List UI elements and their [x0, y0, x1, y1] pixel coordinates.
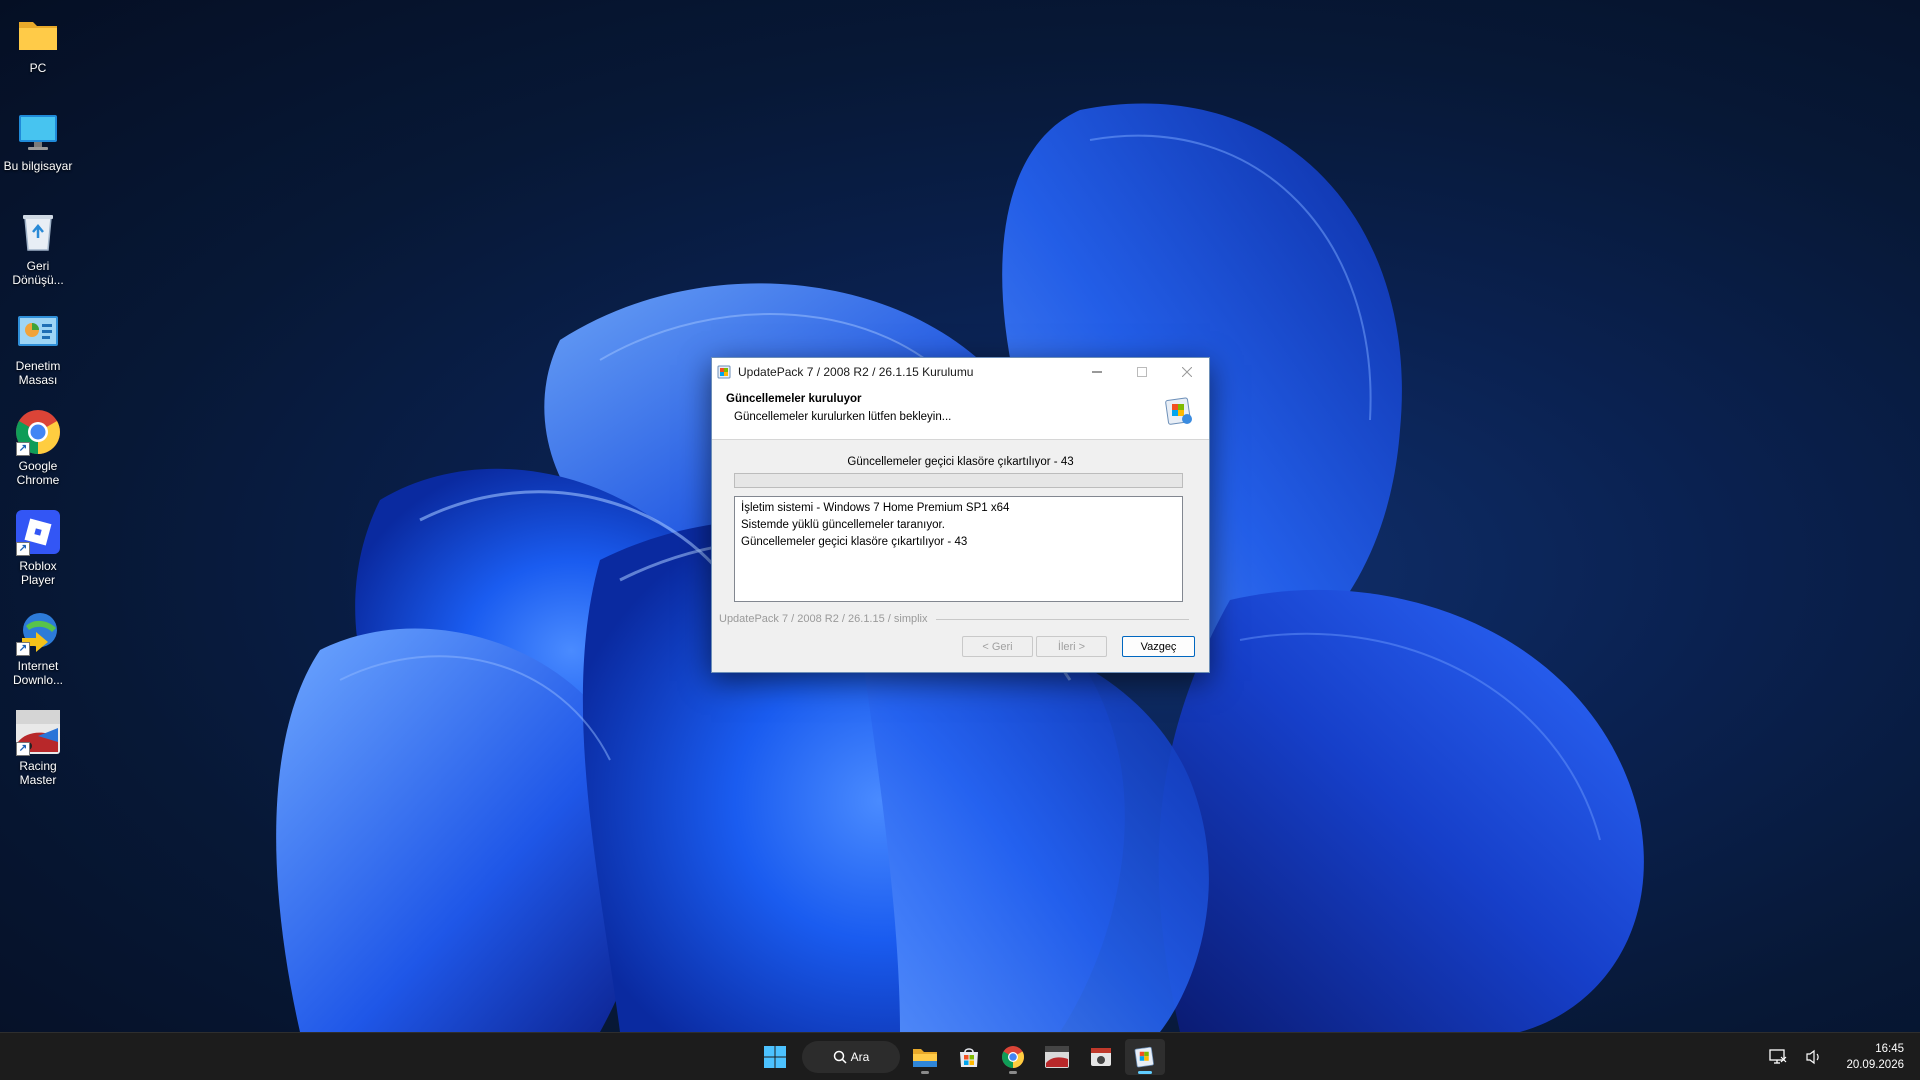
shortcut-arrow-icon: ↗: [16, 742, 30, 756]
roblox-icon: ↗: [14, 508, 62, 556]
wizard-header: Güncellemeler kuruluyor Güncellemeler ku…: [712, 385, 1209, 440]
idm-icon: ↗: [14, 608, 62, 656]
taskbar-file-explorer[interactable]: [905, 1039, 945, 1075]
log-line: İşletim sistemi - Windows 7 Home Premium…: [741, 502, 1010, 514]
taskbar-racing-master[interactable]: [1037, 1039, 1077, 1075]
start-icon: [764, 1046, 786, 1068]
desktop-icon-racing-master[interactable]: ↗ Racing Master: [0, 708, 76, 787]
file-explorer-icon: [913, 1049, 937, 1067]
recycle-bin-icon: [14, 208, 62, 256]
dialog-titlebar[interactable]: UpdatePack 7 / 2008 R2 / 26.1.15 Kurulum…: [712, 358, 1209, 385]
clock-time: 16:45: [1875, 1043, 1904, 1055]
folder-icon: [14, 10, 62, 58]
chrome-icon: [1002, 1046, 1024, 1068]
updatepack-icon: [1165, 397, 1192, 425]
desktop-icon-label: Internet Downlo...: [12, 659, 64, 687]
system-tray: 16:45 20.09.2026: [1766, 1033, 1904, 1081]
back-button[interactable]: < Geri: [962, 636, 1033, 657]
volume-button[interactable]: [1802, 1045, 1826, 1069]
start-button[interactable]: [755, 1039, 795, 1075]
desktop: PC Bu bilgisayar Geri Dönüşü... Denetim …: [0, 0, 1920, 1032]
log-line: Sistemde yüklü güncellemeler taranıyor.: [741, 519, 945, 531]
desktop-icon-label: Google Chrome: [16, 459, 60, 487]
brand-label: UpdatePack 7 / 2008 R2 / 26.1.15 / simpl…: [719, 613, 928, 625]
taskbar-chrome[interactable]: [993, 1039, 1033, 1075]
taskbar-updatepack[interactable]: [1125, 1039, 1165, 1075]
running-indicator: [921, 1071, 929, 1074]
search-icon: [833, 1050, 847, 1064]
installer-dialog: UpdatePack 7 / 2008 R2 / 26.1.15 Kurulum…: [711, 357, 1210, 673]
racing-master-icon: [1045, 1046, 1069, 1068]
header-title: Güncellemeler kuruluyor: [726, 393, 862, 405]
minimize-icon: [1091, 371, 1102, 372]
shortcut-arrow-icon: ↗: [16, 442, 30, 456]
header-subtitle: Güncellemeler kurulurken lütfen bekleyin…: [734, 411, 952, 423]
app-icon: [1091, 1048, 1111, 1066]
taskbar-app[interactable]: [1081, 1039, 1121, 1075]
desktop-icon-this-pc[interactable]: Bu bilgisayar: [0, 108, 76, 173]
log-box[interactable]: İşletim sistemi - Windows 7 Home Premium…: [734, 496, 1183, 602]
network-button[interactable]: [1766, 1045, 1790, 1069]
minimize-button[interactable]: [1074, 358, 1119, 385]
next-button[interactable]: İleri >: [1036, 636, 1107, 657]
desktop-icon-roblox[interactable]: ↗ Roblox Player: [0, 508, 76, 587]
desktop-icon-label: PC: [29, 61, 47, 75]
volume-icon: [1806, 1049, 1820, 1065]
network-icon: [1769, 1049, 1787, 1064]
desktop-icon-label: Roblox Player: [19, 559, 57, 587]
cancel-button[interactable]: Vazgeç: [1122, 636, 1195, 657]
desktop-icon-control-panel[interactable]: Denetim Masası: [0, 308, 76, 387]
chrome-icon: ↗: [14, 408, 62, 456]
updatepack-icon: [1134, 1046, 1154, 1068]
maximize-icon: [1136, 366, 1147, 377]
taskbar-search[interactable]: Ara: [802, 1041, 900, 1073]
close-icon: [1181, 366, 1192, 377]
close-button[interactable]: [1164, 358, 1209, 385]
brand-row: UpdatePack 7 / 2008 R2 / 26.1.15 / simpl…: [719, 613, 1189, 625]
desktop-icon-chrome[interactable]: ↗ Google Chrome: [0, 408, 76, 487]
progress-bar: [734, 473, 1183, 488]
control-panel-icon: [14, 308, 62, 356]
wizard-body: Güncellemeler geçici klasöre çıkartılıyo…: [712, 440, 1209, 672]
monitor-icon: [14, 108, 62, 156]
microsoft-store-icon: [960, 1048, 978, 1067]
brand-divider: [935, 618, 1189, 620]
racing-master-icon: ↗: [14, 708, 62, 756]
desktop-icon-pc[interactable]: PC: [0, 10, 76, 75]
taskbar-store[interactable]: [949, 1039, 989, 1075]
running-indicator: [1009, 1071, 1017, 1074]
desktop-icon-label: Bu bilgisayar: [3, 159, 73, 173]
shortcut-arrow-icon: ↗: [16, 642, 30, 656]
clock-date: 20.09.2026: [1846, 1059, 1904, 1071]
shortcut-arrow-icon: ↗: [16, 542, 30, 556]
desktop-icon-label: Denetim Masası: [15, 359, 61, 387]
desktop-icon-recycle-bin[interactable]: Geri Dönüşü...: [0, 208, 76, 287]
log-line: Güncellemeler geçici klasöre çıkartılıyo…: [741, 536, 968, 548]
running-indicator: [1138, 1071, 1152, 1074]
desktop-icon-label: Geri Dönüşü...: [12, 259, 64, 287]
taskbar: Ara 16:45 20.09.2026: [0, 1032, 1920, 1080]
maximize-button[interactable]: [1119, 358, 1164, 385]
dialog-title: UpdatePack 7 / 2008 R2 / 26.1.15 Kurulum…: [738, 364, 974, 379]
status-text: Güncellemeler geçici klasöre çıkartılıyo…: [847, 456, 1074, 468]
desktop-icon-label: Racing Master: [19, 759, 57, 787]
clock[interactable]: 16:45 20.09.2026: [1846, 1041, 1904, 1073]
search-label: Ara: [850, 1050, 870, 1064]
updatepack-icon: [717, 365, 731, 378]
desktop-icon-idm[interactable]: ↗ Internet Downlo...: [0, 608, 76, 687]
